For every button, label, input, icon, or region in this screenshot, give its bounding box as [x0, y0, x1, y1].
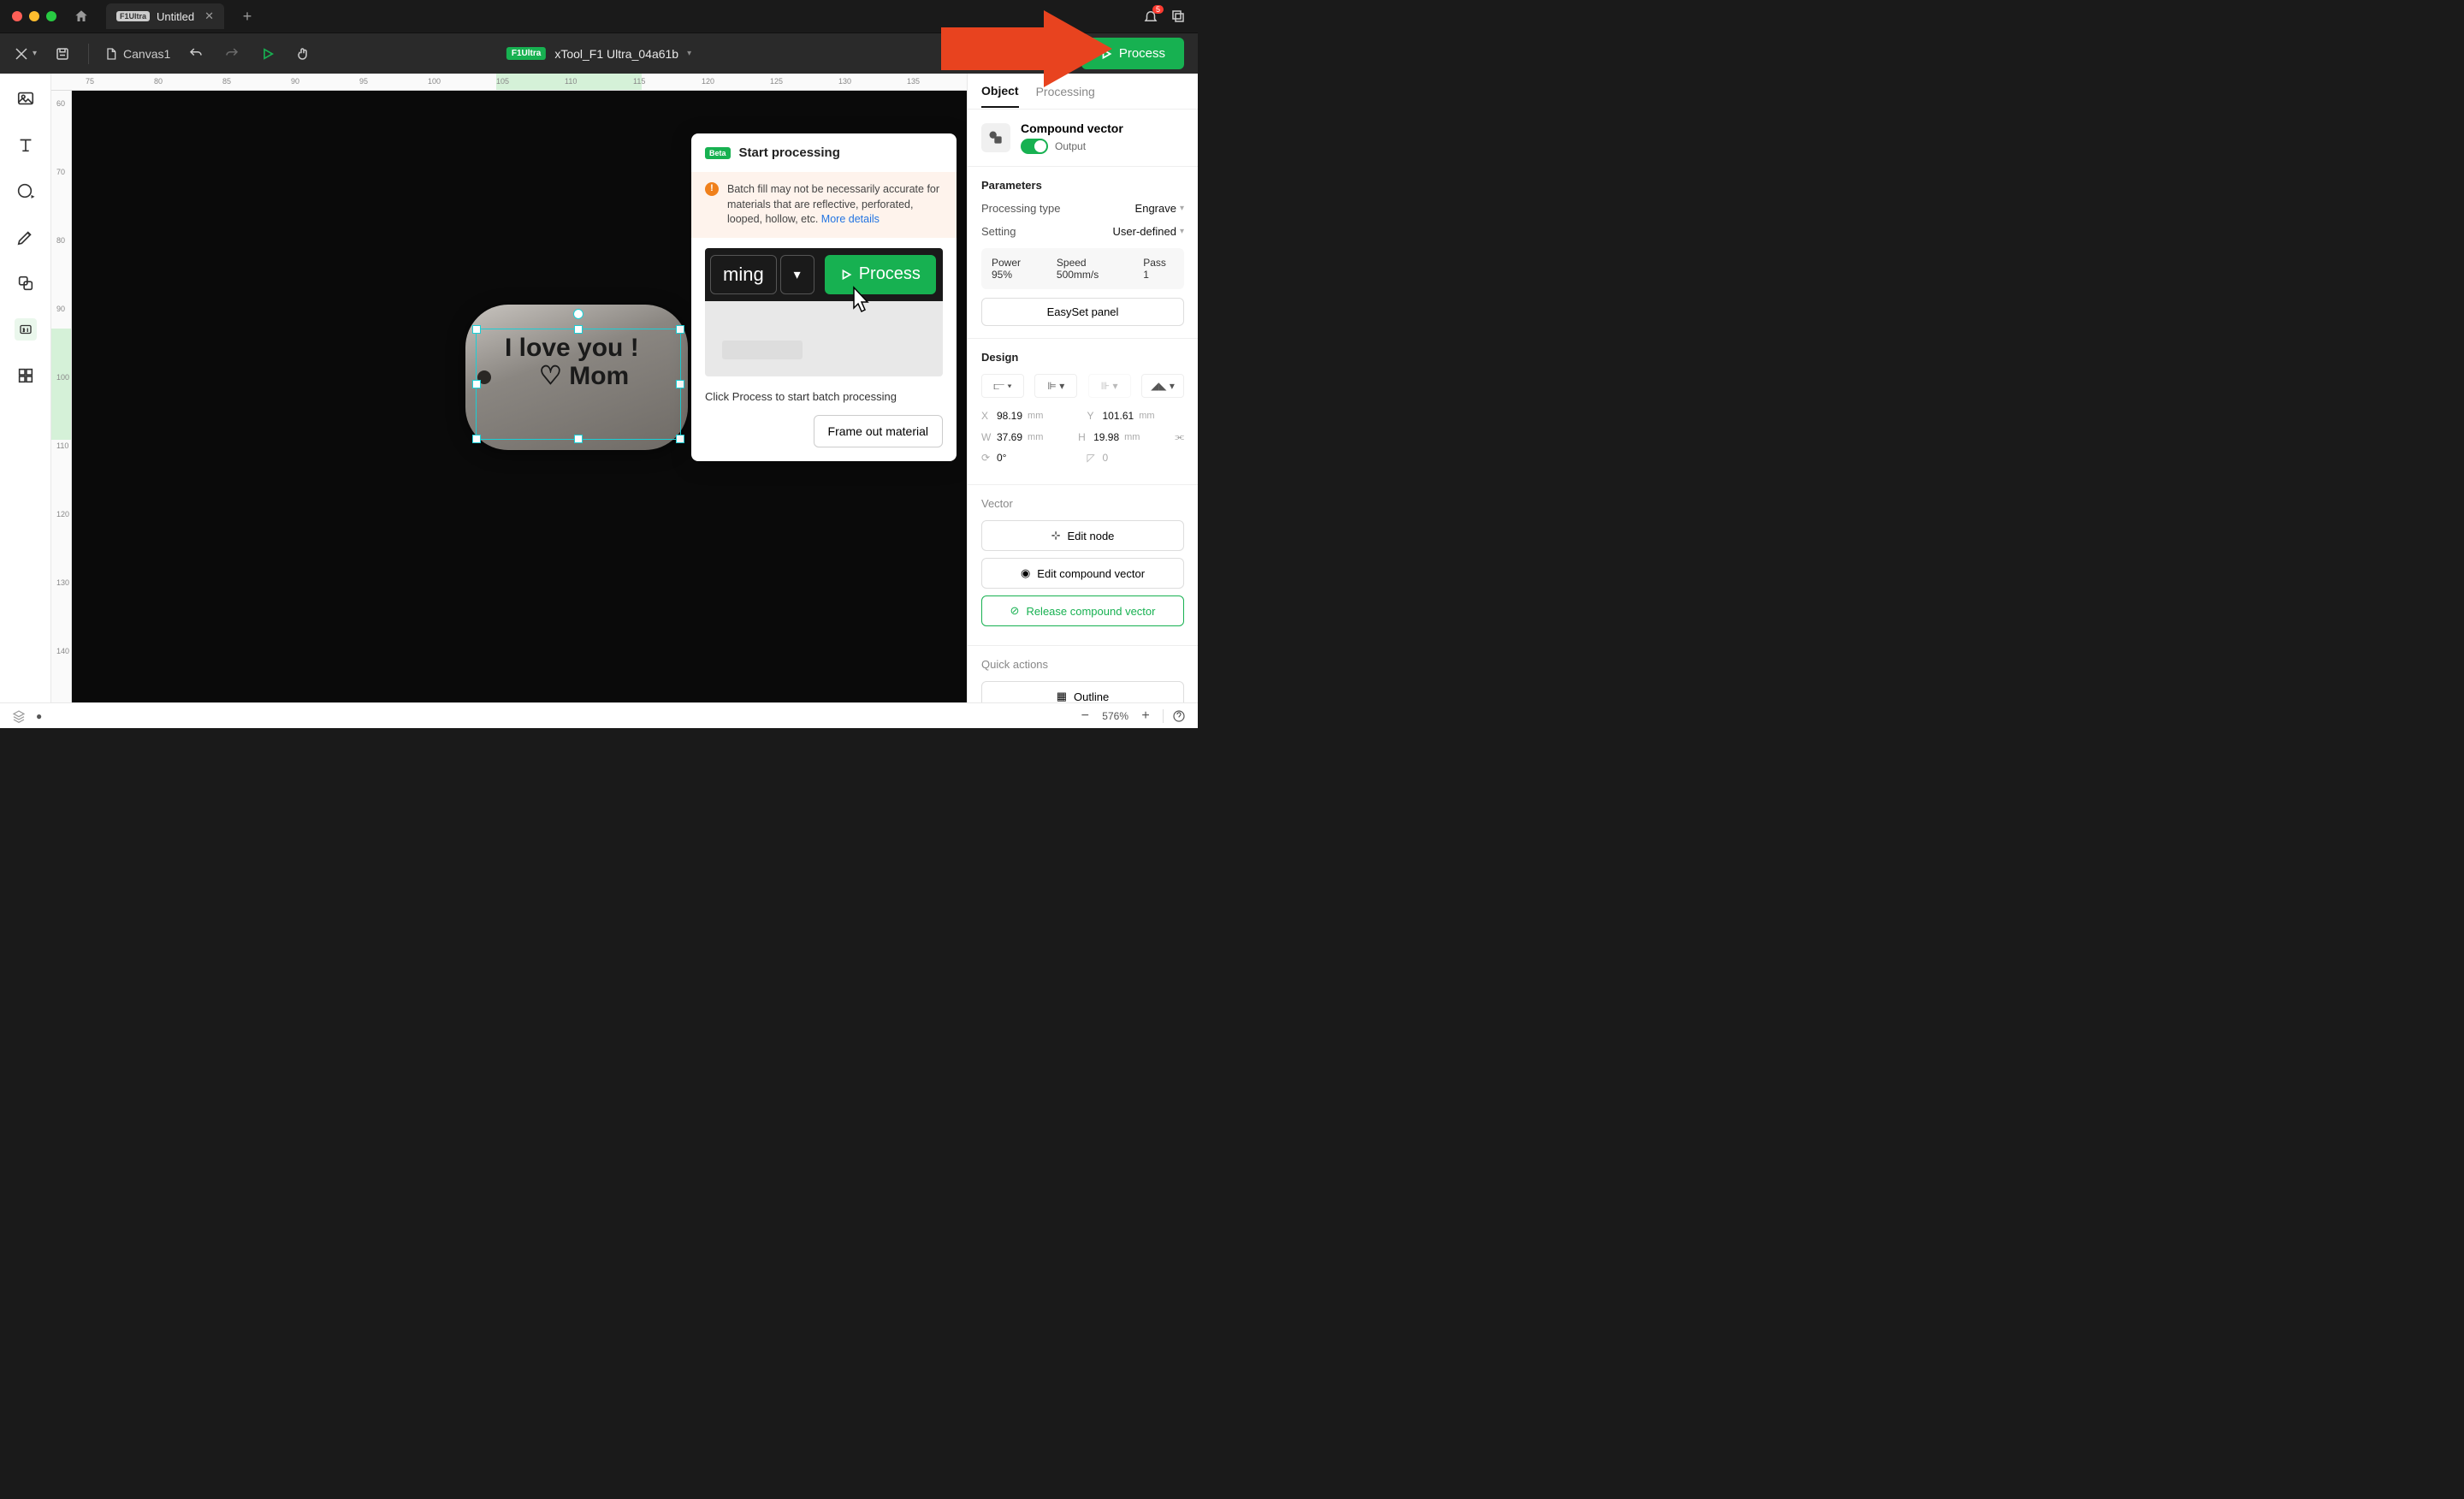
- tab-badge: F1Ultra: [116, 11, 150, 21]
- warning-icon: !: [705, 182, 719, 196]
- easyset-button[interactable]: EasySet panel: [981, 298, 1184, 326]
- object-type-label: Compound vector: [1021, 121, 1184, 135]
- document-tab[interactable]: F1Ultra Untitled ✕: [106, 3, 224, 29]
- home-button[interactable]: [70, 5, 92, 27]
- popup-instruction: Click Process to start batch processing: [691, 387, 957, 415]
- release-compound-button[interactable]: ⊘Release compound vector: [981, 595, 1184, 626]
- tab-object[interactable]: Object: [981, 75, 1019, 108]
- notifications-button[interactable]: 5: [1143, 9, 1158, 24]
- left-toolbar: ▸: [0, 74, 51, 702]
- shape-tool-icon[interactable]: ▸: [15, 180, 37, 202]
- close-window[interactable]: [12, 11, 22, 21]
- canvas-area: 7580859095100105110115120125130135 60708…: [51, 74, 967, 702]
- statusbar: ● − 576% +: [0, 702, 1198, 728]
- close-tab-icon[interactable]: ✕: [204, 9, 214, 23]
- add-tab-button[interactable]: +: [236, 5, 258, 27]
- popup-illustration: ming ▾ Process: [705, 248, 943, 376]
- outline-button[interactable]: ▦Outline: [981, 681, 1184, 702]
- help-icon[interactable]: [1172, 709, 1186, 723]
- properties-panel: Object Processing Compound vector Output…: [967, 74, 1198, 702]
- pen-tool-icon[interactable]: [15, 226, 37, 248]
- image-tool-icon[interactable]: [15, 87, 37, 110]
- zoom-level[interactable]: 576%: [1102, 710, 1128, 722]
- edit-node-button[interactable]: ⊹Edit node: [981, 520, 1184, 551]
- edit-compound-button[interactable]: ◉Edit compound vector: [981, 558, 1184, 589]
- text-tool-icon[interactable]: [15, 133, 37, 156]
- mirror-btn[interactable]: ◢◣ ▾: [1141, 374, 1184, 398]
- popup-warning: ! Batch fill may not be necessarily accu…: [691, 172, 957, 238]
- windows-icon[interactable]: [1170, 9, 1186, 24]
- tab-processing[interactable]: Processing: [1036, 76, 1095, 107]
- main-toolbar: ▾ Canvas1 F1Ultra xTool_F1 Ultra_04a61b …: [0, 33, 1198, 74]
- notification-badge: 5: [1152, 5, 1164, 14]
- device-selector[interactable]: F1Ultra xTool_F1 Ultra_04a61b ▾: [506, 47, 691, 61]
- dot-icon[interactable]: ●: [36, 710, 42, 722]
- ai-tool-icon[interactable]: [15, 318, 37, 341]
- align-btn-3[interactable]: ⊪ ▾: [1088, 374, 1131, 398]
- output-toggle[interactable]: [1021, 139, 1048, 154]
- canvas-selector[interactable]: Canvas1: [104, 47, 170, 61]
- beta-badge: Beta: [705, 147, 731, 159]
- layers-icon[interactable]: [12, 709, 26, 723]
- maximize-window[interactable]: [46, 11, 56, 21]
- undo-icon[interactable]: [186, 44, 206, 64]
- horizontal-ruler: 7580859095100105110115120125130135: [51, 74, 967, 91]
- compound-vector-icon: [981, 123, 1010, 152]
- frame-material-button[interactable]: Frame out material: [814, 415, 943, 447]
- params-summary: Power 95% Speed 500mm/s Pass 1: [981, 248, 1184, 289]
- hand-tool-icon[interactable]: [293, 44, 314, 64]
- processing-type-field[interactable]: Processing type Engrave▾: [981, 202, 1184, 215]
- popup-title: Start processing: [739, 145, 840, 160]
- cursor-icon: [845, 286, 874, 318]
- align-btn-1[interactable]: ⫍ ▾: [981, 374, 1024, 398]
- setting-field[interactable]: Setting User-defined▾: [981, 225, 1184, 238]
- app-menu[interactable]: ▾: [14, 46, 37, 62]
- selection-box[interactable]: [476, 329, 681, 440]
- save-icon[interactable]: [52, 44, 73, 64]
- window-controls: [12, 11, 56, 21]
- process-button[interactable]: Process: [1081, 38, 1184, 69]
- play-icon[interactable]: [258, 44, 278, 64]
- processing-popup: Beta Start processing ! Batch fill may n…: [691, 133, 957, 461]
- duplicate-tool-icon[interactable]: [15, 272, 37, 294]
- minimize-window[interactable]: [29, 11, 39, 21]
- more-details-link[interactable]: More details: [821, 213, 880, 225]
- zoom-in-button[interactable]: +: [1137, 708, 1154, 725]
- redo-icon[interactable]: [222, 44, 242, 64]
- zoom-out-button[interactable]: −: [1076, 708, 1093, 725]
- titlebar: F1Ultra Untitled ✕ + 5: [0, 0, 1198, 33]
- align-btn-2[interactable]: ⊫ ▾: [1034, 374, 1077, 398]
- lock-aspect-icon[interactable]: ⫘: [1175, 430, 1184, 443]
- apps-tool-icon[interactable]: [15, 364, 37, 387]
- tab-title: Untitled: [157, 10, 194, 23]
- vertical-ruler: 60708090100110120130140: [51, 91, 72, 702]
